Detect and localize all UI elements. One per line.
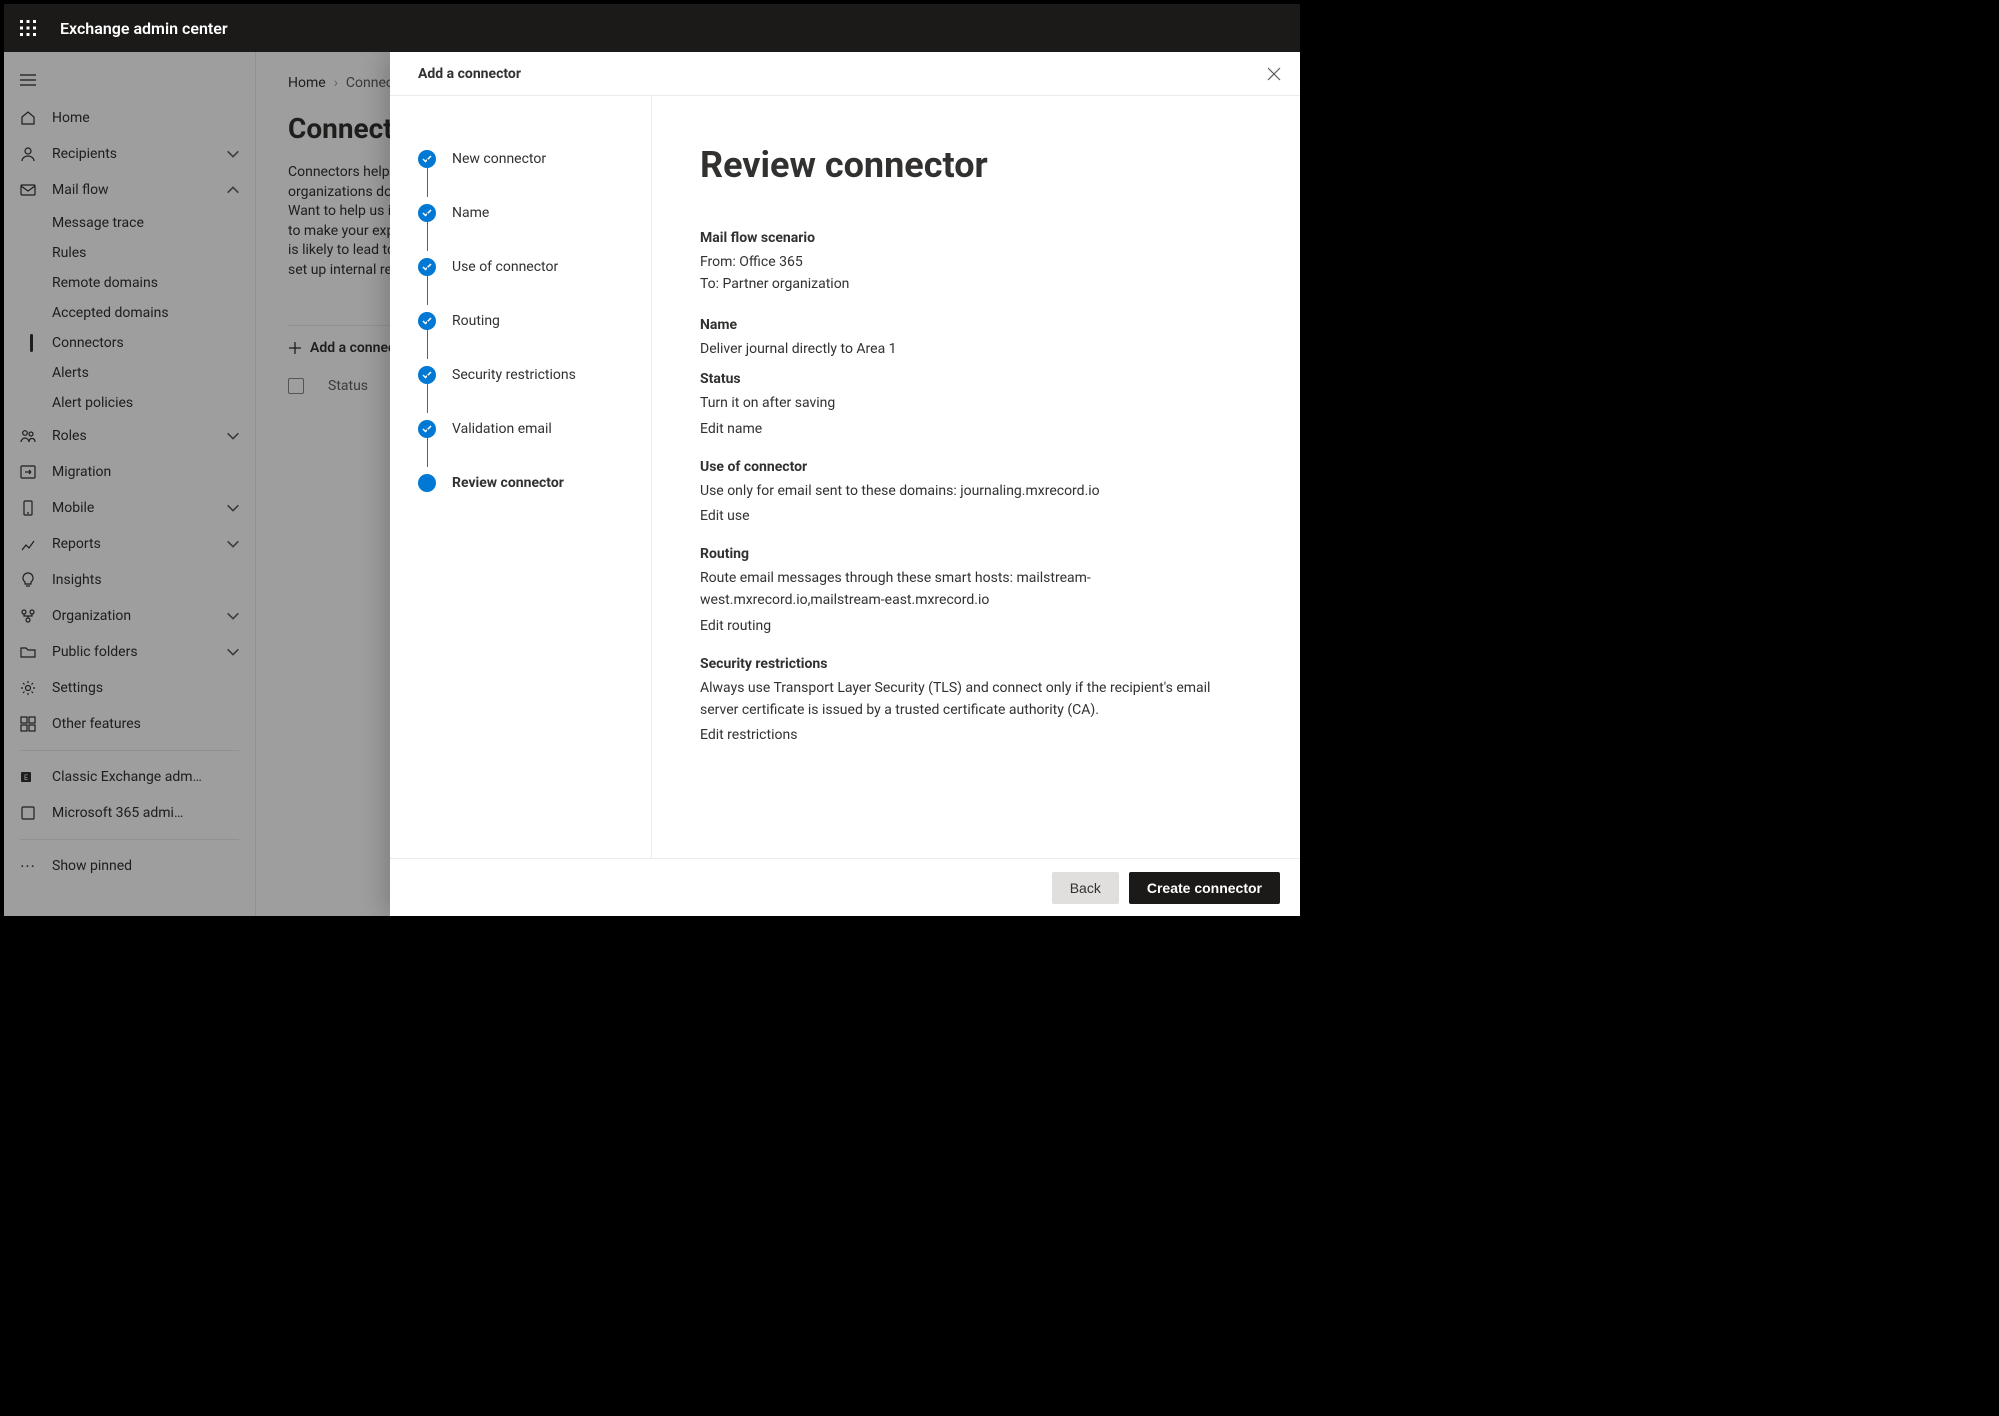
current-step-icon [418,474,436,492]
edit-name-link[interactable]: Edit name [700,421,1252,437]
step-security[interactable]: Security restrictions [418,348,623,402]
section-heading-security: Security restrictions [700,656,1252,672]
section-heading-use: Use of connector [700,459,1252,475]
create-connector-button[interactable]: Create connector [1129,872,1280,904]
section-heading-status: Status [700,371,1252,387]
security-value: Always use Transport Layer Security (TLS… [700,678,1240,721]
edit-restrictions-link[interactable]: Edit restrictions [700,727,1252,743]
step-routing[interactable]: Routing [418,294,623,348]
step-label: New connector [452,151,546,167]
status-value: Turn it on after saving [700,393,1252,415]
step-name[interactable]: Name [418,186,623,240]
panel-header: Add a connector [390,52,1300,96]
section-heading-name: Name [700,317,1252,333]
step-label: Routing [452,313,500,329]
panel-footer: Back Create connector [390,858,1300,916]
edit-use-link[interactable]: Edit use [700,508,1252,524]
routing-value: Route email messages through these smart… [700,568,1220,611]
step-label: Security restrictions [452,367,576,383]
section-heading-routing: Routing [700,546,1252,562]
step-label: Name [452,205,489,221]
name-value: Deliver journal directly to Area 1 [700,339,1252,361]
review-title: Review connector [700,144,1252,186]
panel-title: Add a connector [418,66,521,82]
step-label: Review connector [452,475,564,491]
step-label: Use of connector [452,259,558,275]
close-icon[interactable] [1262,62,1286,86]
titlebar: Exchange admin center [4,4,1300,52]
step-validation[interactable]: Validation email [418,402,623,456]
back-button[interactable]: Back [1052,872,1119,904]
step-new-connector[interactable]: New connector [418,132,623,186]
step-label: Validation email [452,421,552,437]
section-heading-scenario: Mail flow scenario [700,230,1252,246]
wizard-stepper: New connector Name Use of connector [390,96,652,858]
step-use[interactable]: Use of connector [418,240,623,294]
edit-routing-link[interactable]: Edit routing [700,618,1252,634]
add-connector-panel: Add a connector New connector Name [390,52,1300,916]
scenario-to: To: Partner organization [700,274,1252,296]
review-pane: Review connector Mail flow scenario From… [652,96,1300,858]
product-title: Exchange admin center [60,19,228,38]
use-value: Use only for email sent to these domains… [700,481,1252,503]
scenario-from: From: Office 365 [700,252,1252,274]
app-launcher-icon[interactable] [12,12,44,44]
step-review[interactable]: Review connector [418,456,623,510]
